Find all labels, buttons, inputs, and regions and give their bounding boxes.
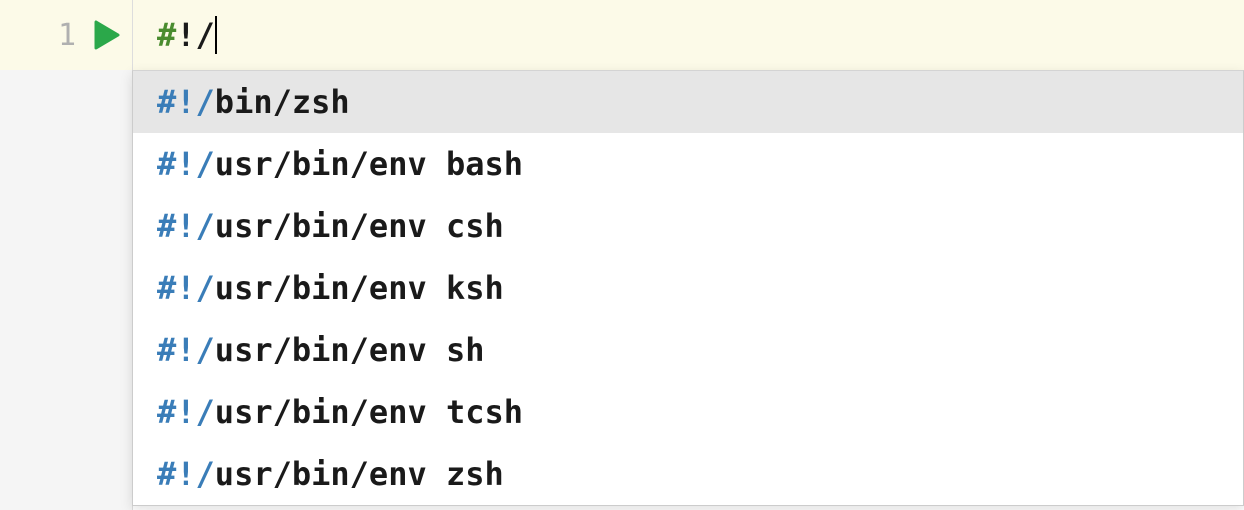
editor-line[interactable]: #!/ xyxy=(133,0,1244,70)
gutter-line[interactable]: 1 xyxy=(0,0,132,70)
autocomplete-item[interactable]: #!/usr/bin/env tcsh xyxy=(133,381,1243,443)
gutter: 1 xyxy=(0,0,132,510)
shebang-prefix: #!/ xyxy=(157,207,215,245)
run-icon[interactable] xyxy=(94,20,120,50)
shebang-path: usr/bin/env sh xyxy=(215,331,485,369)
shebang-path: bin/zsh xyxy=(215,83,350,121)
shebang-path: usr/bin/env ksh xyxy=(215,269,504,307)
shebang-prefix: #!/ xyxy=(157,455,215,493)
autocomplete-item[interactable]: #!/usr/bin/env zsh xyxy=(133,443,1243,505)
autocomplete-item[interactable]: #!/usr/bin/env bash xyxy=(133,133,1243,195)
text-caret xyxy=(215,16,217,54)
shebang-path: usr/bin/env zsh xyxy=(215,455,504,493)
shebang-prefix: #!/ xyxy=(157,145,215,183)
autocomplete-item[interactable]: #!/usr/bin/env sh xyxy=(133,319,1243,381)
shebang-path: usr/bin/env bash xyxy=(215,145,523,183)
line-number: 1 xyxy=(58,18,76,53)
autocomplete-item[interactable]: #!/usr/bin/env ksh xyxy=(133,257,1243,319)
shebang-prefix: #!/ xyxy=(157,83,215,121)
shebang-prefix: #!/ xyxy=(157,393,215,431)
shebang-path: usr/bin/env tcsh xyxy=(215,393,523,431)
autocomplete-item[interactable]: #!/bin/zsh xyxy=(133,71,1243,133)
autocomplete-item[interactable]: #!/usr/bin/env csh xyxy=(133,195,1243,257)
shebang-prefix: #!/ xyxy=(157,331,215,369)
autocomplete-popup: #!/bin/zsh#!/usr/bin/env bash#!/usr/bin/… xyxy=(132,70,1244,506)
shebang-prefix: #!/ xyxy=(157,269,215,307)
shebang-path: usr/bin/env csh xyxy=(215,207,504,245)
editor-content: #!/ xyxy=(157,16,215,54)
